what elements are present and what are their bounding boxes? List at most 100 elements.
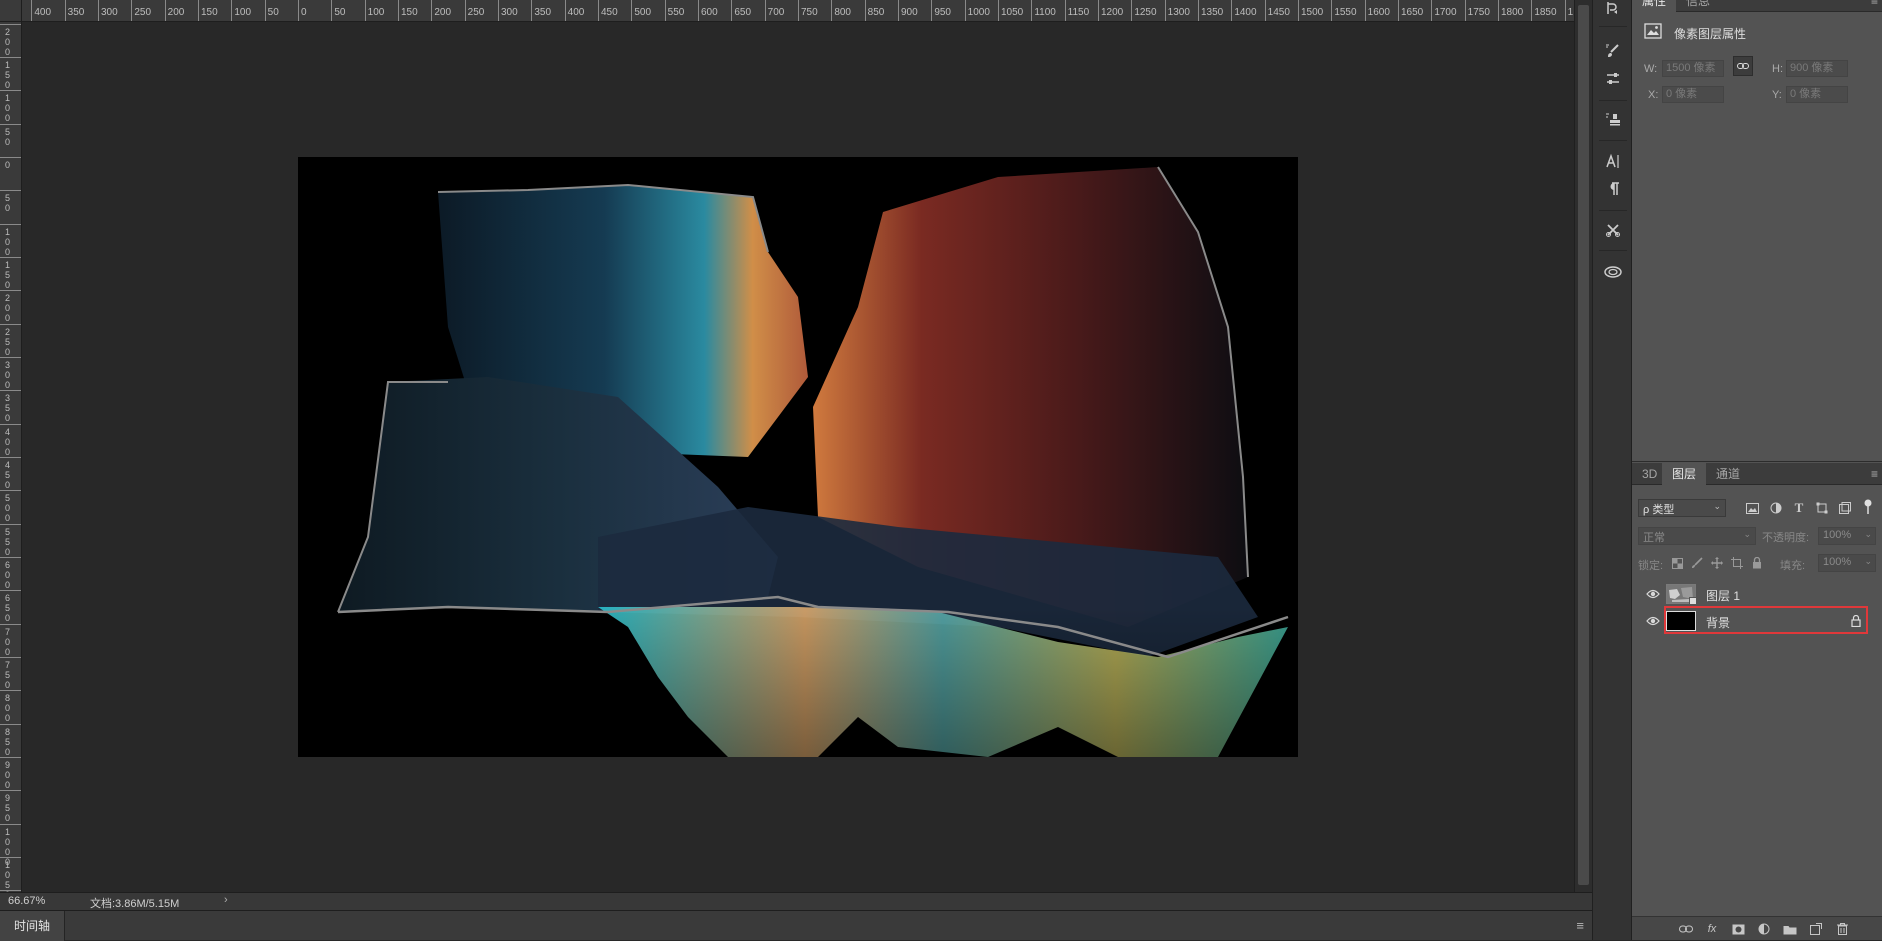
- lock-artboard-icon[interactable]: [1730, 556, 1744, 570]
- horizontal-ruler[interactable]: 400 350 300 250 200 150 100 50 0 50 100 150 200 250 30…: [22, 0, 1574, 22]
- ruler-tick: [397, 0, 399, 21]
- vertical-ruler[interactable]: 2502001501005005010015020025030035040045…: [0, 22, 22, 892]
- ruler-tick: [0, 856, 21, 858]
- document-canvas[interactable]: [298, 157, 1298, 757]
- paragraph-icon[interactable]: [1601, 178, 1625, 200]
- ruler-label: 750: [800, 7, 818, 18]
- ruler-label: 200: [167, 7, 185, 18]
- y-field[interactable]: 0 像素: [1786, 86, 1848, 103]
- brush-icon[interactable]: [1601, 40, 1625, 62]
- zoom-level[interactable]: 66.67%: [8, 895, 45, 907]
- ruler-label: 100: [234, 7, 252, 18]
- filter-smart-object-icon[interactable]: [1837, 500, 1853, 516]
- ruler-label: 1250: [1134, 7, 1157, 18]
- tab-properties[interactable]: 属性: [1632, 0, 1677, 12]
- ruler-tick: [0, 456, 21, 458]
- pixel-layer-icon: [1644, 23, 1662, 42]
- ruler-label: 1350: [1200, 7, 1224, 18]
- trash-icon[interactable]: [1834, 921, 1850, 937]
- panel-menu-icon[interactable]: ≡: [1871, 0, 1878, 8]
- ruler-label: 1500: [1300, 7, 1324, 18]
- fx-icon[interactable]: fx: [1704, 921, 1720, 937]
- adjustment-layer-icon[interactable]: [1756, 921, 1772, 937]
- ruler-origin[interactable]: [0, 0, 22, 22]
- layer-thumbnail: [1666, 611, 1696, 631]
- layer-mask-icon[interactable]: [1730, 921, 1746, 937]
- width-field[interactable]: 1500 像素: [1662, 60, 1724, 77]
- tab-layers[interactable]: 图层: [1662, 463, 1707, 485]
- ruler-label: 800: [834, 7, 851, 18]
- ruler-label: 100: [367, 7, 385, 18]
- layer-name[interactable]: 背景: [1706, 614, 1730, 631]
- ruler-tick: [0, 690, 21, 692]
- ruler-tick: [831, 0, 833, 21]
- character-icon[interactable]: [1601, 150, 1625, 172]
- opacity-field[interactable]: 100% ⌄: [1818, 527, 1876, 545]
- layer-row-layer1[interactable]: 图层 1: [1632, 581, 1882, 607]
- ruler-label: 400: [34, 7, 52, 18]
- timeline-panel-bar: 时间轴 ≡: [0, 910, 1592, 941]
- layer-filter-select[interactable]: ρ 类型 ⌄: [1638, 499, 1726, 517]
- layers-panel: 3D 图层 通道 ≡ ρ 类型 ⌄ T 正常 ⌄ 不透明度: 100% ⌄ 锁定…: [1632, 463, 1882, 940]
- tab-timeline[interactable]: 时间轴: [0, 911, 66, 941]
- link-dimensions-icon[interactable]: [1733, 56, 1753, 76]
- properties-title: 像素图层属性: [1674, 27, 1747, 41]
- x-label: X:: [1648, 89, 1659, 101]
- history-icon[interactable]: [1601, 0, 1625, 19]
- ruler-tick: [364, 0, 366, 21]
- link-layers-icon[interactable]: [1678, 921, 1694, 937]
- ruler-label: 1050: [1000, 7, 1024, 18]
- ruler-label: 1700: [1434, 7, 1457, 18]
- ruler-tick: [1364, 0, 1366, 21]
- new-layer-icon[interactable]: [1808, 921, 1824, 937]
- ruler-label: 250: [467, 7, 485, 18]
- hamburger-icon[interactable]: ≡: [1576, 918, 1584, 933]
- layer-locked-icon[interactable]: [1850, 614, 1862, 628]
- lock-position-icon[interactable]: [1710, 556, 1724, 570]
- visibility-eye-icon[interactable]: [1646, 614, 1660, 628]
- tab-channels[interactable]: 通道: [1706, 463, 1750, 485]
- blend-mode-select[interactable]: 正常 ⌄: [1638, 527, 1756, 545]
- ruler-tick: [897, 0, 899, 21]
- tab-info[interactable]: 信息: [1676, 0, 1720, 12]
- fill-field[interactable]: 100% ⌄: [1818, 554, 1876, 572]
- ruler-tick: [531, 0, 533, 21]
- ruler-label: 250: [5, 326, 11, 357]
- ruler-tick: [31, 0, 33, 21]
- ruler-tick: [1031, 0, 1033, 21]
- ruler-tick: [864, 0, 866, 21]
- lock-transparent-icon[interactable]: [1670, 556, 1684, 570]
- ruler-tick: [1464, 0, 1466, 21]
- vertical-scrollbar[interactable]: [1574, 0, 1592, 892]
- cc-libraries-icon[interactable]: [1601, 260, 1625, 282]
- filter-type-icon[interactable]: T: [1791, 500, 1807, 516]
- brush-settings-icon[interactable]: [1601, 68, 1625, 90]
- canvas-workspace[interactable]: 400 350 300 250 200 150 100 50 0 50 100 150 200 250 30…: [0, 0, 1592, 940]
- filter-toggle-icon[interactable]: [1862, 499, 1876, 517]
- ruler-tick: [0, 57, 21, 58]
- layer-name[interactable]: 图层 1: [1706, 587, 1740, 604]
- filter-adjustment-icon[interactable]: [1768, 500, 1784, 516]
- panel-icon-strip: [1592, 0, 1632, 940]
- ruler-label: 700: [5, 626, 11, 657]
- panel-menu-icon[interactable]: ≡: [1871, 467, 1878, 481]
- tool-presets-icon[interactable]: [1601, 219, 1625, 241]
- layer-row-background[interactable]: 背景: [1632, 608, 1882, 634]
- filter-pixel-icon[interactable]: [1744, 500, 1760, 516]
- filter-shape-icon[interactable]: [1814, 500, 1830, 516]
- clone-source-icon[interactable]: [1601, 108, 1625, 130]
- ruler-tick: [597, 0, 599, 21]
- x-field[interactable]: 0 像素: [1662, 86, 1724, 103]
- ruler-label: 350: [534, 7, 552, 18]
- status-menu-arrow-icon[interactable]: ›: [224, 894, 228, 906]
- ruler-label: 1000: [967, 7, 990, 18]
- ruler-label: 550: [667, 7, 685, 18]
- group-folder-icon[interactable]: [1782, 921, 1798, 937]
- lock-all-icon[interactable]: [1750, 556, 1764, 570]
- ruler-label: 1600: [1367, 7, 1390, 18]
- lock-image-pixels-icon[interactable]: [1690, 556, 1704, 570]
- height-field[interactable]: 900 像素: [1786, 60, 1848, 77]
- visibility-eye-icon[interactable]: [1646, 587, 1660, 601]
- scroll-thumb[interactable]: [1578, 5, 1589, 885]
- ruler-tick: [1331, 0, 1333, 21]
